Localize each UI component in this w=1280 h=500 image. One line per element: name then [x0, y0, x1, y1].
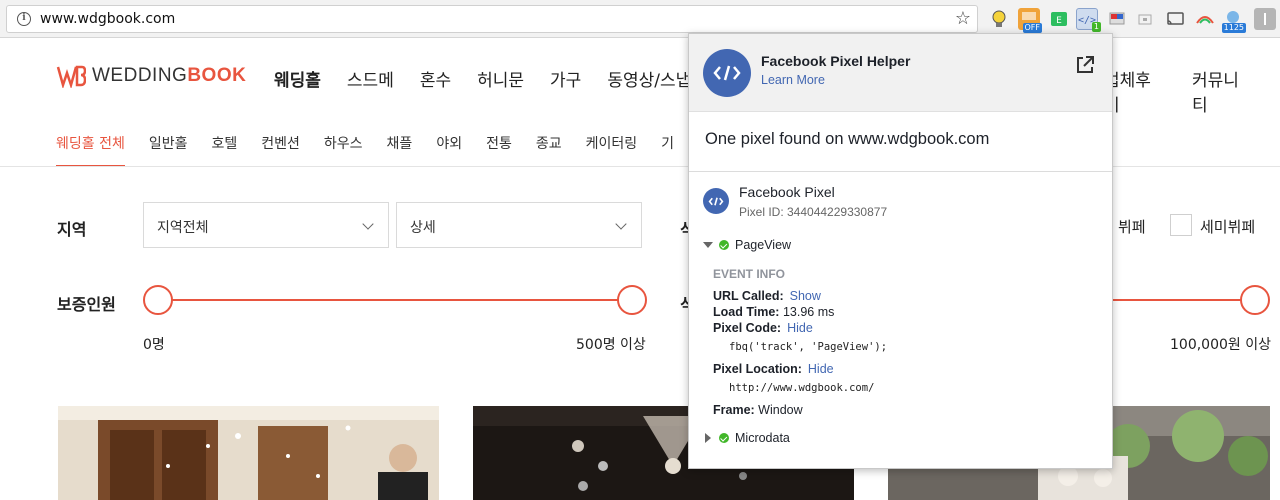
event-info-title: EVENT INFO [713, 267, 786, 281]
detail-select-value: 상세 [410, 220, 436, 236]
sub-nav-item-traditional[interactable]: 전통 [486, 133, 512, 167]
guests-label: 보증인원 [57, 295, 116, 314]
success-check-icon [719, 433, 729, 443]
nav-item-sdm[interactable]: 스드메 [347, 66, 394, 91]
pixel-helper-logo-icon [703, 49, 751, 97]
chevron-down-icon [615, 218, 627, 230]
nav-item-video[interactable]: 동영상/스냅 [607, 66, 691, 91]
detail-select[interactable]: 상세 [396, 202, 642, 248]
url-called-show-link[interactable]: Show [790, 289, 821, 303]
bulb-extension-icon[interactable] [988, 8, 1010, 30]
nav-item-honeymoon[interactable]: 허니문 [477, 66, 524, 91]
naver-extension-icon[interactable] [1194, 8, 1216, 30]
bookmark-star-icon[interactable]: ☆ [955, 8, 971, 29]
sub-nav-item-convention[interactable]: 컨벤션 [261, 133, 300, 167]
price-slider-max-handle[interactable] [1240, 285, 1270, 315]
pageview-event-toggle[interactable]: PageView [703, 238, 791, 252]
pixel-location-url: http://www.wdgbook.com/ [729, 382, 875, 394]
guests-slider-max-handle[interactable] [617, 285, 647, 315]
pixel-helper-extension-icon[interactable]: </> 1 [1076, 8, 1101, 32]
semi-buffet-label: 세미뷔페 [1200, 218, 1256, 236]
pixel-name: Facebook Pixel [739, 184, 835, 200]
guests-max-value: 500명 이상 [576, 337, 646, 353]
main-nav: 웨딩홀 스드메 혼수 허니문 가구 동영상/스냅 [274, 66, 717, 91]
nav-item-wedding-hall[interactable]: 웨딩홀 [274, 66, 321, 91]
weather-extension-icon[interactable]: 1125 [1221, 8, 1246, 33]
url-called-row: URL Called: Show [713, 289, 821, 303]
microdata-event-toggle[interactable]: Microdata [703, 431, 790, 445]
site-logo[interactable]: WEDDINGBOOK [56, 64, 246, 88]
learn-more-link[interactable]: Learn More [761, 73, 825, 87]
sub-nav: 웨딩홀 전체 일반홀 호텔 컨벤션 하우스 채플 야외 전통 종교 케이터링 기 [56, 133, 698, 167]
window-extension-icon[interactable] [1134, 8, 1156, 30]
microdata-label: Microdata [735, 431, 790, 445]
region-select-value: 지역전체 [157, 220, 209, 236]
svg-text:E: E [1056, 16, 1062, 26]
url-text[interactable]: www.wdgbook.com [40, 11, 175, 27]
sub-nav-item-outdoor[interactable]: 야외 [436, 133, 462, 167]
external-link-icon[interactable] [1074, 54, 1096, 76]
pixel-helper-popup: Facebook Pixel Helper Learn More One pix… [688, 33, 1113, 469]
price-slider-track[interactable] [1112, 299, 1256, 301]
cast-icon[interactable] [1164, 8, 1186, 30]
caret-right-icon [705, 433, 711, 443]
caret-down-icon [703, 242, 713, 248]
sub-nav-item-chapel[interactable]: 채플 [387, 133, 413, 167]
sub-nav-item-all[interactable]: 웨딩홀 전체 [56, 133, 125, 167]
menu-extension-icon[interactable] [1254, 8, 1276, 30]
popup-header: Facebook Pixel Helper Learn More [689, 34, 1112, 112]
pixel-id: Pixel ID: 344044229330877 [739, 205, 888, 219]
sub-nav-item-religious[interactable]: 종교 [536, 133, 562, 167]
evernote-extension-icon[interactable]: E [1048, 8, 1070, 30]
pixel-code-snippet: fbq('track', 'PageView'); [729, 341, 888, 353]
flag-extension-icon[interactable] [1106, 8, 1128, 30]
pixel-location-row: Pixel Location: Hide [713, 362, 834, 376]
guests-slider-track[interactable] [158, 299, 632, 301]
buffet-label: 뷔페 [1118, 218, 1146, 236]
semi-buffet-checkbox[interactable] [1170, 214, 1192, 236]
right-nav: 업체후기 커뮤니티 [1104, 66, 1280, 116]
info-icon[interactable]: i [17, 12, 31, 26]
region-label: 지역 [57, 220, 87, 239]
sub-nav-item-more[interactable]: 기 [661, 133, 674, 167]
nav-item-honsu[interactable]: 혼수 [420, 66, 451, 91]
pixel-location-hide-link[interactable]: Hide [808, 362, 834, 376]
frame-row: Frame: Window [713, 403, 803, 417]
sub-nav-item-hotel[interactable]: 호텔 [212, 133, 238, 167]
pixel-code-row: Pixel Code: Hide [713, 321, 813, 335]
pixel-code-hide-link[interactable]: Hide [787, 321, 813, 335]
address-bar[interactable]: i www.wdgbook.com ☆ [6, 5, 978, 33]
off-extension-icon[interactable]: OFF [1018, 8, 1042, 33]
success-check-icon [719, 240, 729, 250]
event-name: PageView [735, 238, 792, 252]
price-max-value: 100,000원 이상 [1170, 337, 1271, 353]
pixel-summary: One pixel found on www.wdgbook.com [705, 130, 990, 148]
nav-item-furniture[interactable]: 가구 [550, 66, 581, 91]
sub-nav-item-house[interactable]: 하우스 [324, 133, 363, 167]
guests-min-value: 0명 [143, 337, 165, 353]
popup-divider [689, 171, 1112, 172]
sub-nav-item-catering[interactable]: 케이터링 [586, 133, 638, 167]
logo-text: WEDDINGBOOK [92, 65, 247, 86]
nav-item-reviews[interactable]: 업체후기 [1104, 66, 1166, 116]
popup-title: Facebook Pixel Helper [761, 53, 911, 69]
pixel-icon [703, 188, 729, 214]
load-time-row: Load Time: 13.96 ms [713, 305, 835, 319]
nav-item-community[interactable]: 커뮤니티 [1192, 66, 1254, 116]
logo-mark-icon [56, 65, 86, 88]
sub-nav-item-general[interactable]: 일반홀 [149, 133, 188, 167]
chevron-down-icon [362, 218, 374, 230]
venue-photo-1[interactable] [58, 406, 439, 500]
region-select[interactable]: 지역전체 [143, 202, 389, 248]
guests-slider-min-handle[interactable] [143, 285, 173, 315]
